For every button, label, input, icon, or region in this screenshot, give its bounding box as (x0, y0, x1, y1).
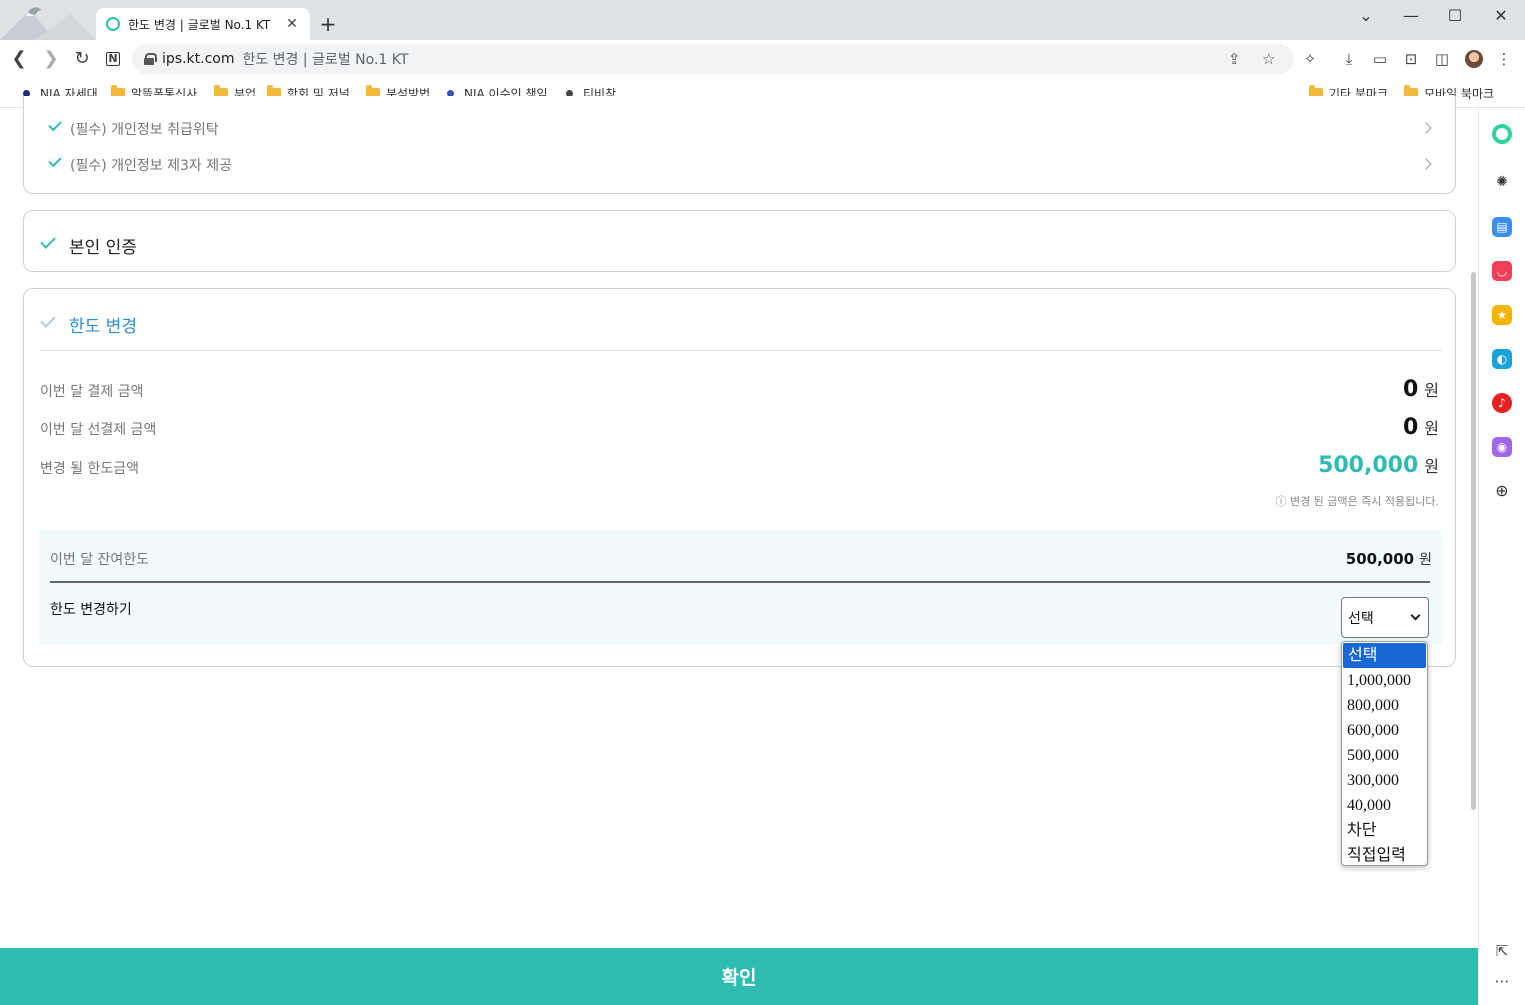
tab-strip-art (0, 7, 96, 40)
remaining-limit-unit: 원 (1419, 552, 1432, 568)
active-tab[interactable]: 한도 변경 | 글로벌 No.1 KT ✕ (96, 8, 310, 40)
star-app-icon[interactable]: ★ (1492, 305, 1512, 325)
browser-toolbar: ❮ ❯ ↻ N ips.kt.com 한도 변경 | 글로벌 No.1 KT ⇪… (0, 40, 1525, 78)
chevron-down-icon (1410, 610, 1421, 621)
check-icon[interactable] (48, 153, 62, 168)
terms-item-third-party[interactable]: (필수) 개인정보 제3자 제공 (70, 155, 232, 175)
tab-close-icon[interactable]: ✕ (284, 16, 300, 32)
share-icon[interactable]: ⇪ (1228, 50, 1241, 68)
limit-change-card: 한도 변경 이번 달 결제 금액 0 원 이번 달 선결제 금액 0 원 변경 … (23, 288, 1456, 667)
amount-unit: 원 (1424, 381, 1439, 400)
terms-card: (필수) 개인정보 취급위탁 (필수) 개인정보 제3자 제공 (23, 96, 1456, 194)
add-icon[interactable]: ⊕ (1492, 481, 1512, 501)
amount-value-highlight: 500,000 (1318, 453, 1419, 478)
confirm-button-label: 확인 (721, 967, 757, 989)
limit-option[interactable]: 600,000 (1342, 718, 1427, 743)
row-label-prepayment: 이번 달 선결제 금액 (40, 422, 157, 438)
lock-icon[interactable] (144, 53, 157, 65)
bookmark-star-icon[interactable]: ☆ (1262, 50, 1275, 68)
row-amount-new-limit: 500,000 원 (1318, 453, 1439, 478)
cast-icon[interactable]: ▭ (1370, 49, 1390, 69)
divider (39, 350, 1442, 351)
limit-option[interactable]: 1,000,000 (1342, 668, 1427, 693)
tab-search-chevron-icon[interactable]: ⌄ (1352, 6, 1380, 26)
apply-immediately-note: ⓘ 변경 된 금액은 즉시 적용됩니다. (1275, 495, 1439, 508)
row-amount-prepayment: 0 원 (1403, 415, 1439, 440)
limit-option[interactable]: 300,000 (1342, 768, 1427, 793)
panel-divider (50, 581, 1430, 583)
check-icon (40, 233, 56, 249)
edge-drop-icon[interactable]: ◐ (1492, 349, 1512, 369)
kt-favicon-icon (106, 17, 120, 31)
tab-strip: 한도 변경 | 글로벌 No.1 KT ✕ + ⌄ — ☐ ✕ (0, 0, 1525, 40)
new-tab-button[interactable]: + (318, 13, 338, 35)
change-limit-label: 한도 변경하기 (50, 602, 132, 618)
row-amount-payment: 0 원 (1403, 377, 1439, 402)
limit-options-dropdown[interactable]: 선택 1,000,000 800,000 600,000 500,000 300… (1341, 641, 1428, 866)
row-label-payment: 이번 달 결제 금액 (40, 384, 144, 400)
more-dots-icon[interactable]: ⋯ (1492, 971, 1512, 991)
toolbox-icon[interactable]: ▤ (1492, 217, 1512, 237)
section-title-auth: 본인 인증 (69, 238, 137, 258)
limit-option[interactable]: 차단 (1342, 818, 1427, 843)
terms-item-consignment[interactable]: (필수) 개인정보 취급위탁 (70, 119, 219, 139)
back-arrow-icon[interactable]: ❮ (8, 48, 30, 70)
screenshot-icon[interactable]: ⊡ (1401, 49, 1421, 69)
idea-bulb-icon[interactable]: ◉ (1492, 437, 1512, 457)
chevron-right-icon[interactable] (1420, 122, 1432, 134)
identity-verification-card[interactable]: 본인 인증 (23, 210, 1456, 272)
row-label-new-limit: 변경 될 한도금액 (40, 461, 140, 477)
chatgpt-icon[interactable]: ✺ (1492, 172, 1512, 192)
remaining-limit-value: 500,000 (1345, 550, 1415, 568)
download-icon[interactable]: ⤓ (1339, 49, 1359, 69)
assistant-ring-icon[interactable] (1492, 124, 1512, 144)
limit-select[interactable]: 선택 (1341, 597, 1429, 638)
limit-option[interactable]: 직접입력 (1342, 843, 1427, 868)
remaining-limit-amount: 500,000 원 (1346, 549, 1432, 569)
amount-value: 0 (1402, 415, 1419, 440)
browser-side-panel: ✺ ▤ ◡ ★ ◐ ♪ ◉ ⊕ ⇱ ⋯ (1478, 109, 1525, 1005)
pocket-icon[interactable]: ◡ (1492, 261, 1512, 281)
notion-extension-icon[interactable]: N (102, 48, 124, 70)
chevron-right-icon[interactable] (1420, 158, 1432, 170)
check-icon (40, 312, 56, 328)
limit-option[interactable]: 선택 (1343, 643, 1426, 668)
check-icon[interactable] (48, 117, 62, 132)
limit-option[interactable]: 40,000 (1342, 793, 1427, 818)
profile-avatar[interactable] (1465, 50, 1483, 68)
section-title-limit[interactable]: 한도 변경 (69, 312, 137, 337)
close-window-button[interactable]: ✕ (1487, 6, 1515, 26)
minimize-button[interactable]: — (1397, 6, 1425, 26)
extensions-puzzle-icon[interactable]: ✧ (1300, 49, 1320, 69)
amount-unit: 원 (1424, 457, 1439, 476)
reload-icon[interactable]: ↻ (71, 48, 93, 70)
music-icon[interactable]: ♪ (1492, 393, 1512, 413)
url-page-title: 한도 변경 | 글로벌 No.1 KT (242, 52, 409, 68)
confirm-button[interactable]: 확인 (0, 948, 1478, 1005)
remaining-limit-label: 이번 달 잔여한도 (50, 552, 150, 568)
forward-arrow-icon[interactable]: ❯ (40, 48, 62, 70)
side-panel-icon[interactable]: ◫ (1432, 49, 1452, 69)
address-bar[interactable]: ips.kt.com 한도 변경 | 글로벌 No.1 KT ⇪ ☆ (132, 44, 1294, 74)
limit-option[interactable]: 800,000 (1342, 693, 1427, 718)
menu-dots-icon[interactable]: ⋮ (1494, 49, 1514, 69)
limit-select-value: 선택 (1348, 610, 1374, 627)
amount-unit: 원 (1424, 419, 1439, 438)
limit-option[interactable]: 500,000 (1342, 743, 1427, 768)
url-host: ips.kt.com (162, 51, 235, 67)
remaining-limit-panel: 이번 달 잔여한도 500,000 원 한도 변경하기 선택 (39, 530, 1442, 645)
tab-title: 한도 변경 | 글로벌 No.1 KT (128, 17, 271, 32)
maximize-button[interactable]: ☐ (1441, 6, 1469, 26)
amount-value: 0 (1402, 377, 1419, 402)
external-link-icon[interactable]: ⇱ (1492, 941, 1512, 961)
page-scrollbar[interactable] (1471, 272, 1476, 810)
